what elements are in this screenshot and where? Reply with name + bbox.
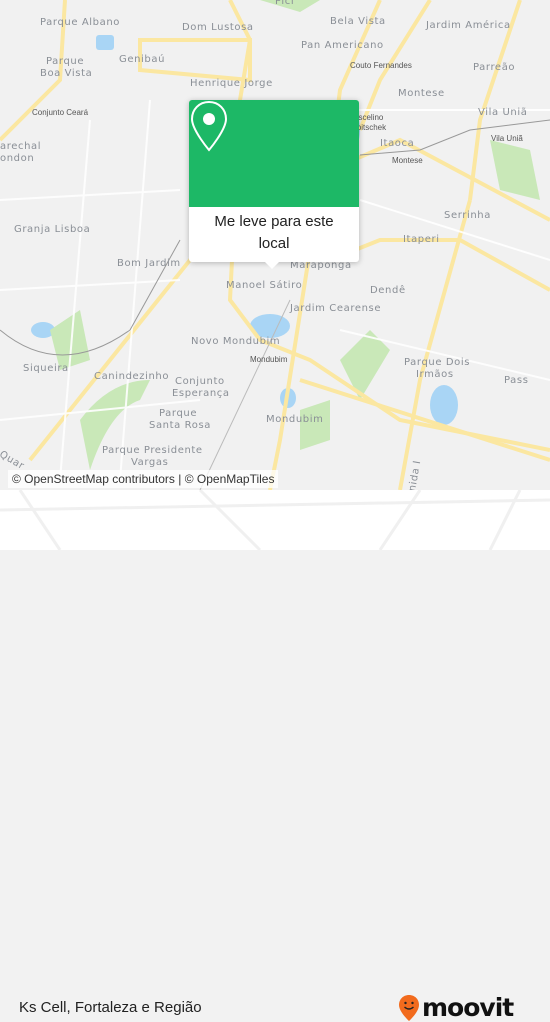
map-label: Novo Mondubim bbox=[191, 336, 281, 347]
map-label: Santa Rosa bbox=[149, 420, 211, 431]
map-label: Bom Jardim bbox=[117, 258, 181, 269]
map-label: Manoel Sátiro bbox=[226, 280, 303, 291]
place-title: Ks Cell, Fortaleza e Região bbox=[19, 999, 202, 1016]
map-label: Dendê bbox=[370, 285, 406, 296]
take-me-here-button[interactable]: Me leve para este local bbox=[189, 207, 359, 255]
map-label: Dom Lustosa bbox=[182, 22, 254, 33]
map-label: Parque Dois bbox=[404, 357, 471, 368]
map-label: Vargas bbox=[131, 457, 169, 468]
map-label: Pass bbox=[504, 375, 529, 386]
map-label: Parque Albano bbox=[40, 17, 121, 28]
map-label: Parque Presidente bbox=[102, 445, 203, 456]
map[interactable]: Pici Parque Albano Dom Lustosa Bela Vist… bbox=[0, 0, 550, 490]
map-label: Canindezinho bbox=[94, 371, 170, 382]
moovit-wordmark: moovit bbox=[422, 993, 514, 1022]
map-label: Granja Lisboa bbox=[14, 224, 91, 235]
map-label: Conjunto bbox=[175, 376, 225, 387]
map-label: Jardim Cearense bbox=[290, 303, 382, 314]
moovit-logo[interactable]: moovit bbox=[398, 993, 514, 1022]
map-label: Montese bbox=[398, 88, 445, 99]
location-popup[interactable]: Me leve para este local bbox=[189, 100, 359, 269]
map-label: Pici bbox=[275, 0, 295, 7]
popup-tail bbox=[265, 262, 279, 269]
map-label: Henrique Jorge bbox=[190, 78, 273, 89]
map-label: Boa Vista bbox=[40, 68, 93, 79]
map-label: Bela Vista bbox=[330, 16, 386, 27]
map-label: Serrinha bbox=[444, 210, 491, 221]
popup-header bbox=[189, 100, 359, 207]
map-label: Vila Uniã bbox=[491, 134, 523, 143]
map-label: Parque bbox=[46, 56, 85, 67]
map-label: Siqueira bbox=[23, 363, 69, 374]
map-label: Parreão bbox=[473, 62, 516, 73]
moovit-pin-icon bbox=[399, 994, 419, 1021]
map-label: Mondubim bbox=[250, 355, 288, 364]
map-label: arechal bbox=[0, 141, 42, 152]
map-label: Irmãos bbox=[416, 369, 454, 380]
map-label: ondon bbox=[0, 153, 35, 164]
map-label: Itaoca bbox=[380, 138, 415, 149]
map-label: Itaperi bbox=[403, 234, 440, 245]
map-label: Vila Uniã bbox=[478, 107, 528, 118]
map-label: Mondubim bbox=[266, 414, 324, 425]
map-label: Esperança bbox=[172, 388, 230, 399]
map-label: Conjunto Ceará bbox=[32, 108, 89, 117]
map-label: Genibaú bbox=[119, 54, 166, 65]
footer-map-pattern bbox=[0, 490, 550, 550]
map-label: Montese bbox=[392, 156, 423, 165]
map-attribution[interactable]: © OpenStreetMap contributors | © OpenMap… bbox=[8, 470, 279, 488]
map-label: Pan Americano bbox=[301, 40, 384, 51]
map-label: Couto Fernandes bbox=[350, 61, 412, 70]
footer: Ks Cell, Fortaleza e Região moovit bbox=[0, 490, 550, 1022]
map-label: Jardim América bbox=[426, 20, 511, 31]
map-pin-icon bbox=[190, 100, 228, 152]
map-label: Parque bbox=[159, 408, 198, 419]
